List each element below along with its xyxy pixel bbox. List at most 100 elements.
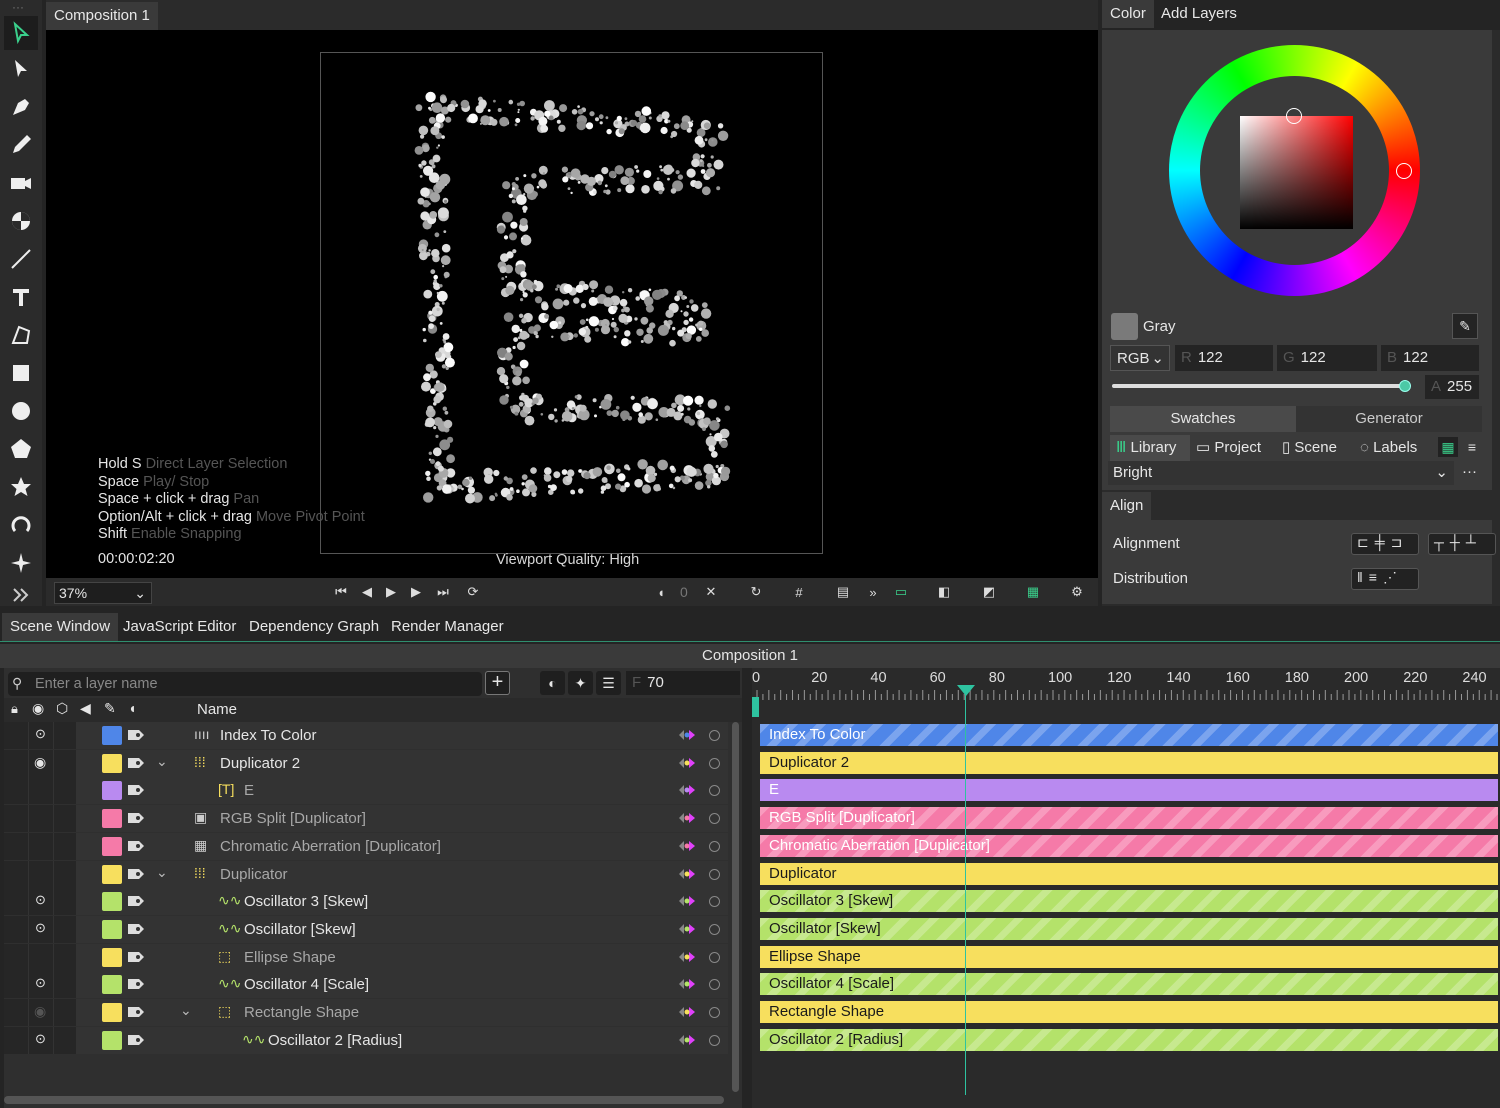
distribute-buttons[interactable]: ‖≡⋰	[1351, 568, 1419, 590]
tab-scene[interactable]: ▯ Scene	[1282, 435, 1346, 461]
layer-color-label[interactable]	[102, 781, 122, 801]
more-tools-button[interactable]	[4, 578, 38, 612]
tab-generator[interactable]: Generator	[1296, 406, 1482, 432]
record-circle-icon[interactable]	[709, 785, 720, 797]
solo-toggle[interactable]	[54, 915, 76, 943]
layer-color-label[interactable]	[102, 836, 122, 856]
mute-button[interactable]: ✕	[700, 580, 722, 604]
text-tool[interactable]	[4, 280, 38, 314]
layer-color-label[interactable]	[102, 809, 122, 829]
visibility-toggle[interactable]: ⊙	[29, 915, 53, 943]
brush-tool[interactable]	[4, 128, 38, 162]
sv-handle[interactable]	[1286, 108, 1302, 124]
record-circle-icon[interactable]	[709, 923, 720, 935]
record-circle-icon[interactable]	[709, 730, 720, 741]
solo-toggle[interactable]	[54, 777, 76, 805]
overlay-button[interactable]: ◩	[978, 580, 1000, 604]
lock-toggle[interactable]	[4, 832, 28, 860]
hue-handle[interactable]	[1396, 163, 1412, 179]
layer-color-label[interactable]	[102, 1003, 122, 1022]
solo-toggle[interactable]	[54, 832, 76, 860]
layer-color-label[interactable]	[102, 975, 122, 995]
lock-toggle[interactable]	[4, 1026, 28, 1054]
add-layer-button[interactable]: +	[485, 671, 510, 695]
color-mode-select[interactable]: RGB ⌄	[1110, 345, 1170, 371]
rotate-view-button[interactable]: ↻	[745, 580, 767, 604]
layer-timeline-bar[interactable]: Oscillator 3 [Skew]	[760, 890, 1498, 913]
lock-toggle[interactable]	[4, 860, 28, 888]
layers-vertical-scrollbar[interactable]	[732, 722, 739, 1092]
visibility-toggle[interactable]	[29, 805, 53, 833]
line-tool[interactable]	[4, 242, 38, 276]
tab-swatches[interactable]: Swatches	[1110, 406, 1296, 432]
rectangle-tool[interactable]	[4, 356, 38, 390]
lock-toggle[interactable]	[4, 915, 28, 943]
layer-color-label[interactable]	[102, 864, 122, 884]
chevron-down-icon[interactable]: ⌄	[180, 1002, 192, 1019]
layer-row[interactable]: ⌄ ⁞⁞⁞ Duplicator	[4, 860, 728, 888]
layer-timeline-bar[interactable]: E	[760, 779, 1498, 802]
layout-button[interactable]: ▤	[832, 580, 854, 604]
horizontal-align-buttons[interactable]: ⊏╪⊐	[1351, 533, 1419, 555]
tab-library[interactable]: Ⅲ Library	[1110, 435, 1190, 461]
ellipse-tool[interactable]	[4, 394, 38, 428]
layer-row[interactable]: ⊙ ıııı Index To Color	[4, 722, 728, 749]
visibility-toggle[interactable]: ◉	[29, 749, 53, 777]
lock-toggle[interactable]	[4, 999, 28, 1026]
list-view-button[interactable]: ≡	[1462, 437, 1482, 457]
green-field[interactable]: G 122	[1277, 345, 1377, 371]
keyframe-nav-icon[interactable]	[679, 840, 699, 852]
keyframe-nav-icon[interactable]	[679, 895, 699, 907]
tab-render-manager[interactable]: Render Manager	[383, 613, 512, 641]
alpha-slider-knob[interactable]	[1399, 380, 1411, 392]
layer-color-label[interactable]	[102, 1030, 122, 1050]
record-circle-icon[interactable]	[709, 840, 720, 852]
lock-toggle[interactable]	[4, 722, 28, 749]
layer-row[interactable]: ▣ RGB Split [Duplicator]	[4, 805, 728, 833]
camera-tool[interactable]	[4, 166, 38, 200]
star-tool[interactable]	[4, 470, 38, 504]
layer-color-label[interactable]	[102, 919, 122, 939]
motion-blur-toggle[interactable]: ◐	[540, 671, 565, 695]
layer-timeline-bar[interactable]: Oscillator 2 [Radius]	[760, 1028, 1498, 1051]
solo-toggle[interactable]	[54, 805, 76, 833]
solo-toggle[interactable]	[54, 1026, 76, 1054]
marker-button[interactable]: ◖	[650, 580, 672, 604]
record-circle-icon[interactable]	[709, 896, 720, 908]
visibility-toggle[interactable]: ⊙	[29, 971, 53, 999]
loop-button[interactable]: ⟳	[462, 580, 484, 604]
layer-color-label[interactable]	[102, 947, 122, 967]
solo-toggle[interactable]	[54, 999, 76, 1026]
tab-align[interactable]: Align	[1102, 492, 1152, 520]
keyframe-nav-icon[interactable]	[679, 978, 699, 990]
solo-toggle[interactable]	[54, 971, 76, 999]
record-circle-icon[interactable]	[709, 1034, 720, 1046]
layer-timeline-bar[interactable]: Index To Color	[760, 724, 1498, 746]
layer-timeline-bar[interactable]: Duplicator	[760, 862, 1498, 885]
keyframe-nav-icon[interactable]	[679, 923, 699, 935]
palette-more-button[interactable]: ···	[1462, 463, 1477, 480]
visibility-toggle[interactable]	[29, 832, 53, 860]
safe-area-button[interactable]: ▭	[890, 580, 912, 604]
layer-row[interactable]: ◉ ⌄ ⁞⁞⁞ Duplicator 2	[4, 749, 728, 777]
visibility-toggle[interactable]	[29, 777, 53, 805]
visibility-toggle[interactable]: ⊙	[29, 1026, 53, 1054]
layer-color-label[interactable]	[102, 726, 122, 745]
layer-timeline-bar[interactable]: Chromatic Aberration [Duplicator]	[760, 834, 1498, 857]
layer-row[interactable]: ◉ ⌄ ⬚ Rectangle Shape	[4, 999, 728, 1026]
alpha-slider-track[interactable]	[1112, 384, 1408, 388]
layer-timeline-bar[interactable]: Oscillator [Skew]	[760, 917, 1498, 940]
lock-toggle[interactable]	[4, 777, 28, 805]
effects-toggle[interactable]: ✦	[568, 671, 593, 695]
layer-row[interactable]: ⊙ ∿∿ Oscillator 4 [Scale]	[4, 971, 728, 999]
record-circle-icon[interactable]	[709, 813, 720, 825]
work-area-start-handle[interactable]	[752, 697, 759, 717]
layer-timeline-bar[interactable]: Duplicator 2	[760, 751, 1498, 774]
layer-row[interactable]: ⊙ ∿∿ Oscillator 3 [Skew]	[4, 888, 728, 916]
layer-timeline-bar[interactable]: RGB Split [Duplicator]	[760, 807, 1498, 830]
arc-tool[interactable]	[4, 508, 38, 542]
layer-search-input[interactable]: Enter a layer name	[8, 672, 482, 696]
keyframe-nav-icon[interactable]	[679, 729, 699, 741]
layer-color-label[interactable]	[102, 753, 122, 773]
direct-select-tool[interactable]	[4, 52, 38, 86]
